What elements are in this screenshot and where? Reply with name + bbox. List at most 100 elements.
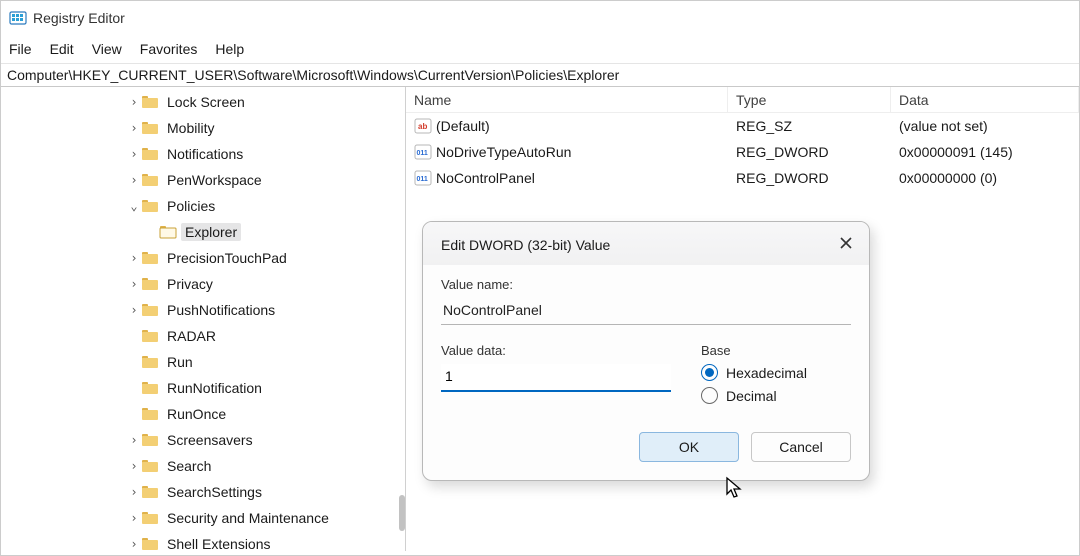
folder-icon — [141, 250, 159, 266]
tree-item[interactable]: › Search — [1, 453, 405, 479]
value-icon: ab — [414, 117, 432, 135]
folder-icon — [141, 276, 159, 292]
folder-icon — [141, 328, 159, 344]
cancel-button[interactable]: Cancel — [751, 432, 851, 462]
tree-item-label: Policies — [163, 197, 219, 215]
chevron-icon[interactable]: ⌄ — [127, 199, 141, 213]
tree-item-label: Lock Screen — [163, 93, 249, 111]
menu-help[interactable]: Help — [215, 41, 244, 57]
value-row[interactable]: 011NoControlPanelREG_DWORD0x00000000 (0) — [406, 165, 1079, 191]
column-header-data[interactable]: Data — [891, 87, 1079, 112]
menu-favorites[interactable]: Favorites — [140, 41, 198, 57]
tree-item[interactable]: › Security and Maintenance — [1, 505, 405, 531]
tree-item-label: Shell Extensions — [163, 535, 275, 551]
tree-item[interactable]: Run — [1, 349, 405, 375]
tree-item-label: Security and Maintenance — [163, 509, 333, 527]
chevron-icon[interactable]: › — [127, 121, 141, 135]
tree-item[interactable]: › SearchSettings — [1, 479, 405, 505]
ok-button[interactable]: OK — [639, 432, 739, 462]
tree-scrollbar-thumb[interactable] — [399, 495, 405, 531]
tree-item[interactable]: › Mobility — [1, 115, 405, 141]
folder-icon — [141, 432, 159, 448]
tree-item-label: SearchSettings — [163, 483, 266, 501]
tree-item[interactable]: ⌄ Policies — [1, 193, 405, 219]
tree-item[interactable]: › Notifications — [1, 141, 405, 167]
value-name: NoControlPanel — [436, 170, 535, 186]
chevron-icon[interactable]: › — [127, 433, 141, 447]
chevron-icon[interactable]: › — [127, 251, 141, 265]
tree-pane[interactable]: › Lock Screen › Mobility › Notifications ›PenW… — [1, 87, 406, 551]
menu-edit[interactable]: Edit — [50, 41, 74, 57]
svg-text:ab: ab — [418, 122, 427, 131]
value-row[interactable]: 011NoDriveTypeAutoRunREG_DWORD0x00000091… — [406, 139, 1079, 165]
column-header-name[interactable]: Name — [406, 87, 728, 112]
folder-icon — [141, 458, 159, 474]
menu-bar: File Edit View Favorites Help — [1, 35, 1079, 63]
value-icon: 011 — [414, 143, 432, 161]
base-label: Base — [701, 343, 851, 358]
svg-text:011: 011 — [417, 176, 428, 183]
tree-item[interactable]: RunNotification — [1, 375, 405, 401]
folder-icon — [141, 484, 159, 500]
tree-item-label: Explorer — [181, 223, 241, 241]
chevron-icon[interactable]: › — [127, 303, 141, 317]
menu-file[interactable]: File — [9, 41, 32, 57]
chevron-icon[interactable]: › — [127, 485, 141, 499]
address-bar[interactable]: Computer\HKEY_CURRENT_USER\Software\Micr… — [1, 63, 1079, 87]
folder-icon — [141, 198, 159, 214]
value-data-label: Value data: — [441, 343, 671, 358]
tree-item-label: Screensavers — [163, 431, 257, 449]
radio-icon — [701, 364, 718, 381]
folder-icon — [159, 224, 177, 240]
folder-icon — [141, 94, 159, 110]
tree-item-label: Notifications — [163, 145, 247, 163]
value-name: NoDriveTypeAutoRun — [436, 144, 571, 160]
tree-item[interactable]: Explorer — [1, 219, 405, 245]
value-type: REG_SZ — [736, 118, 792, 134]
tree-item[interactable]: ›PenWorkspace — [1, 167, 405, 193]
tree-item[interactable]: › Shell Extensions — [1, 531, 405, 551]
folder-icon — [141, 146, 159, 162]
value-data-input[interactable] — [441, 364, 671, 392]
column-header-type[interactable]: Type — [728, 87, 891, 112]
tree-item[interactable]: ›Privacy — [1, 271, 405, 297]
chevron-icon[interactable]: › — [127, 277, 141, 291]
folder-icon — [141, 302, 159, 318]
chevron-icon[interactable]: › — [127, 511, 141, 525]
value-type: REG_DWORD — [736, 144, 829, 160]
radio-decimal[interactable]: Decimal — [701, 387, 851, 404]
tree-item-label: Run — [163, 353, 197, 371]
radio-hex-label: Hexadecimal — [726, 365, 807, 381]
folder-icon — [141, 406, 159, 422]
chevron-icon[interactable]: › — [127, 537, 141, 551]
tree-item[interactable]: RADAR — [1, 323, 405, 349]
folder-icon — [141, 172, 159, 188]
tree-item-label: RADAR — [163, 327, 220, 345]
dialog-title: Edit DWORD (32-bit) Value — [441, 237, 610, 253]
chevron-icon[interactable]: › — [127, 459, 141, 473]
menu-view[interactable]: View — [92, 41, 122, 57]
folder-icon — [141, 536, 159, 551]
value-row[interactable]: ab(Default)REG_SZ(value not set) — [406, 113, 1079, 139]
edit-dword-dialog: Edit DWORD (32-bit) Value Value name: No… — [422, 221, 870, 481]
tree-item[interactable]: › PushNotifications — [1, 297, 405, 323]
chevron-icon[interactable]: › — [127, 95, 141, 109]
radio-hexadecimal[interactable]: Hexadecimal — [701, 364, 851, 381]
chevron-icon[interactable]: › — [127, 147, 141, 161]
tree-item-label: Mobility — [163, 119, 218, 137]
chevron-icon[interactable]: › — [127, 173, 141, 187]
close-icon[interactable] — [839, 236, 853, 253]
value-name: (Default) — [436, 118, 490, 134]
tree-item[interactable]: ›PrecisionTouchPad — [1, 245, 405, 271]
value-name-field: NoControlPanel — [441, 298, 851, 325]
folder-icon — [141, 510, 159, 526]
tree-item[interactable]: › Lock Screen — [1, 89, 405, 115]
folder-icon — [141, 354, 159, 370]
svg-text:011: 011 — [417, 150, 428, 157]
tree-item-label: PushNotifications — [163, 301, 279, 319]
folder-icon — [141, 120, 159, 136]
tree-item-label: Search — [163, 457, 215, 475]
regedit-app-icon — [9, 9, 27, 27]
tree-item[interactable]: RunOnce — [1, 401, 405, 427]
tree-item[interactable]: › Screensavers — [1, 427, 405, 453]
